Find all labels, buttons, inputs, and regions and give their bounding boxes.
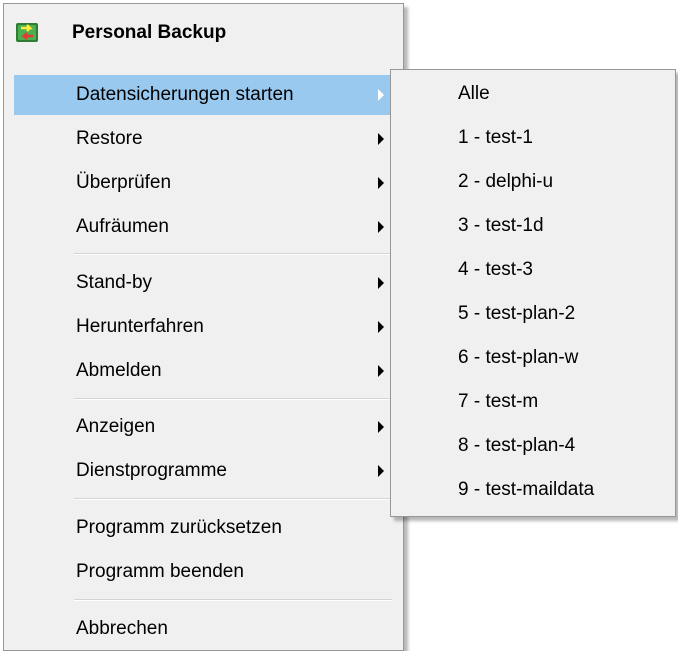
submenu-item-7[interactable]: 7 - test-m	[401, 383, 671, 423]
menu-separator	[74, 398, 392, 400]
personal-backup-logo-icon	[16, 23, 38, 42]
submenu-datensicherungen: Alle 1 - test-1 2 - delphi-u 3 - test-1d…	[390, 69, 676, 517]
submenu-item-label: 5 - test-plan-2	[458, 303, 576, 324]
submenu-item-label: 7 - test-m	[458, 391, 539, 412]
menu-item-label: Aufräumen	[76, 216, 169, 237]
submenu-arrow-icon	[378, 421, 384, 433]
menu-item-label: Datensicherungen starten	[76, 84, 294, 105]
submenu-item-label: 3 - test-1d	[458, 215, 544, 236]
submenu-arrow-icon	[378, 221, 384, 233]
submenu-item-label: Alle	[458, 83, 490, 104]
menu-item-label: Dienstprogramme	[76, 460, 227, 481]
menu-item-programm-beenden[interactable]: Programm beenden	[14, 552, 392, 592]
submenu-item-2[interactable]: 2 - delphi-u	[401, 163, 671, 203]
menu-item-programm-zuruecksetzen[interactable]: Programm zurücksetzen	[14, 508, 392, 548]
menu-item-dienstprogramme[interactable]: Dienstprogramme	[14, 451, 392, 491]
submenu-item-label: 2 - delphi-u	[458, 171, 554, 192]
menu-separator	[74, 253, 392, 255]
submenu-item-label: 1 - test-1	[458, 127, 533, 148]
menu-separator	[74, 498, 392, 500]
menu-item-label: Programm beenden	[76, 561, 244, 582]
submenu-item-alle[interactable]: Alle	[401, 75, 671, 115]
submenu-item-4[interactable]: 4 - test-3	[401, 251, 671, 291]
menu-item-ueberpruefen[interactable]: Überprüfen	[14, 163, 392, 203]
menu-item-restore[interactable]: Restore	[14, 119, 392, 159]
menu-title: Personal Backup	[72, 22, 227, 43]
menu-separator	[74, 599, 392, 601]
submenu-item-6[interactable]: 6 - test-plan-w	[401, 339, 671, 379]
menu-item-label: Programm zurücksetzen	[76, 517, 282, 538]
menu-item-abbrechen[interactable]: Abbrechen	[14, 609, 392, 649]
submenu-arrow-icon	[378, 365, 384, 377]
menu-header: Personal Backup	[4, 4, 403, 62]
menu-item-label: Abbrechen	[76, 618, 168, 639]
menu-item-label: Überprüfen	[76, 172, 172, 193]
submenu-arrow-icon	[378, 89, 384, 101]
menu-item-datensicherungen-starten[interactable]: Datensicherungen starten	[14, 75, 392, 115]
submenu-arrow-icon	[378, 177, 384, 189]
menu-item-label: Stand-by	[76, 272, 153, 293]
submenu-item-1[interactable]: 1 - test-1	[401, 119, 671, 159]
submenu-arrow-icon	[378, 277, 384, 289]
menu-item-label: Abmelden	[76, 360, 162, 381]
submenu-item-8[interactable]: 8 - test-plan-4	[401, 427, 671, 467]
menu-item-aufraeumen[interactable]: Aufräumen	[14, 207, 392, 247]
submenu-item-3[interactable]: 3 - test-1d	[401, 207, 671, 247]
submenu-item-label: 6 - test-plan-w	[458, 347, 579, 368]
menu-item-label: Herunterfahren	[76, 316, 204, 337]
submenu-item-label: 8 - test-plan-4	[458, 435, 576, 456]
context-menu: Personal Backup Datensicherungen starten…	[3, 3, 404, 651]
submenu-item-label: 4 - test-3	[458, 259, 533, 280]
submenu-item-9[interactable]: 9 - test-maildata	[401, 471, 671, 511]
menu-item-abmelden[interactable]: Abmelden	[14, 351, 392, 391]
menu-item-herunterfahren[interactable]: Herunterfahren	[14, 307, 392, 347]
menu-item-label: Anzeigen	[76, 416, 156, 437]
submenu-item-5[interactable]: 5 - test-plan-2	[401, 295, 671, 335]
submenu-arrow-icon	[378, 321, 384, 333]
menu-item-anzeigen[interactable]: Anzeigen	[14, 407, 392, 447]
menu-item-label: Restore	[76, 128, 143, 149]
menu-item-stand-by[interactable]: Stand-by	[14, 263, 392, 303]
submenu-arrow-icon	[378, 465, 384, 477]
submenu-arrow-icon	[378, 133, 384, 145]
submenu-item-label: 9 - test-maildata	[458, 479, 595, 500]
